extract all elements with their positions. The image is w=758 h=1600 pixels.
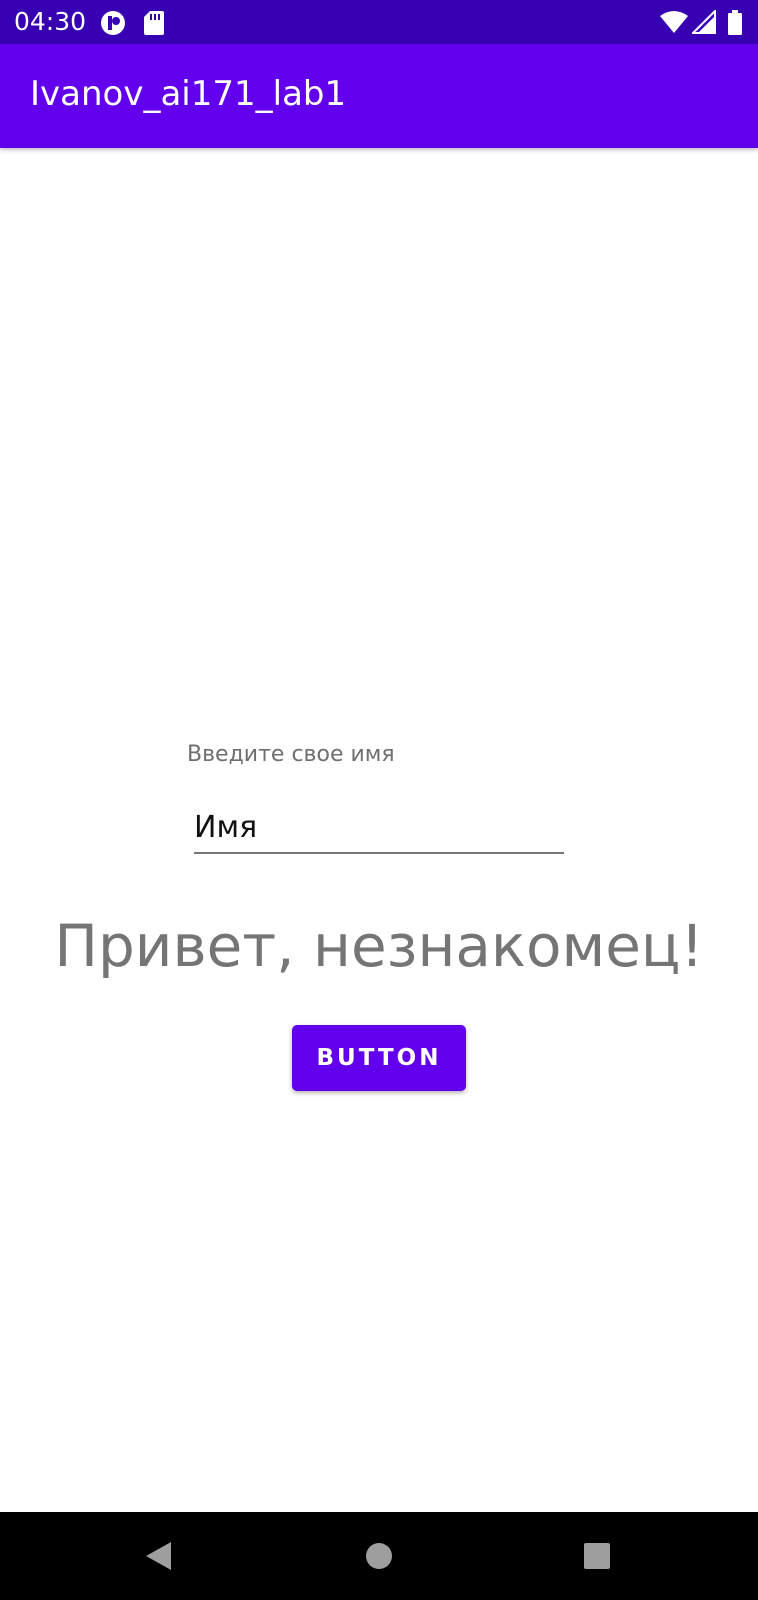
- app-bar: Ivanov_ai171_lab1: [0, 44, 758, 148]
- navigation-bar: [0, 1512, 758, 1600]
- sd-card-icon: [143, 10, 165, 40]
- wifi-icon: [660, 10, 688, 38]
- recents-icon[interactable]: [573, 1532, 621, 1580]
- back-icon[interactable]: [134, 1532, 182, 1580]
- home-icon[interactable]: [355, 1532, 403, 1580]
- status-time: 04:30: [14, 7, 87, 36]
- app-title: Ivanov_ai171_lab1: [30, 74, 347, 114]
- cellular-signal-icon: [690, 8, 716, 38]
- battery-icon: [727, 10, 743, 40]
- name-prompt-label: Введите свое имя: [187, 742, 395, 767]
- app-screen: 04:30 Ivanov_ai171_lab1 Введите свое имя…: [0, 0, 758, 1600]
- name-input[interactable]: [194, 806, 564, 854]
- notification-app-icon: [100, 10, 126, 40]
- submit-button[interactable]: BUTTON: [292, 1025, 466, 1091]
- status-bar: 04:30: [0, 0, 758, 44]
- greeting-text: Привет, незнакомец!: [54, 912, 704, 980]
